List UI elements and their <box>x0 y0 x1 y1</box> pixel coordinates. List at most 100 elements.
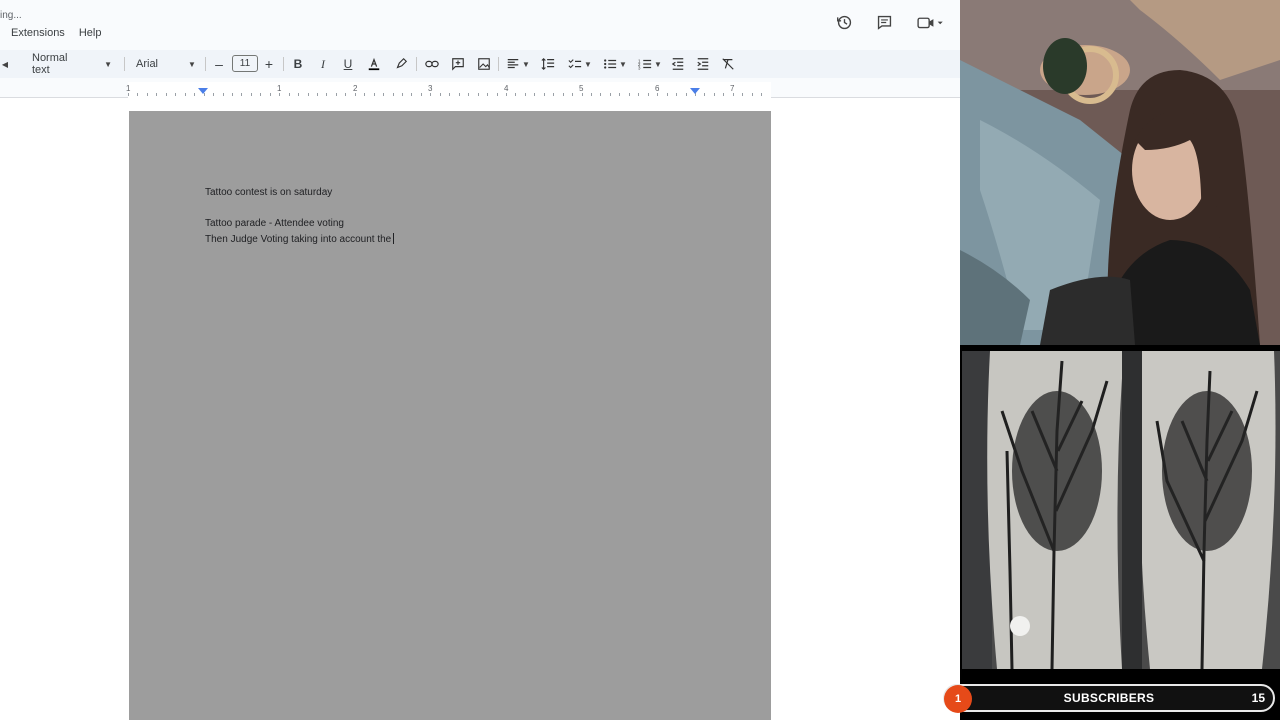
version-history-icon[interactable] <box>834 12 854 32</box>
paragraph-style-select[interactable]: Normal text ▼ <box>32 50 112 78</box>
ruler-tick <box>591 93 592 96</box>
document-canvas: Tattoo contest is on saturday Tattoo par… <box>0 98 960 720</box>
ruler-tick <box>393 93 394 96</box>
bold-button[interactable]: B <box>290 50 306 78</box>
decrease-indent-icon[interactable] <box>670 50 686 78</box>
paragraph-style-value: Normal text <box>32 52 68 76</box>
ruler-tick <box>374 93 375 96</box>
ruler-number: 5 <box>579 84 584 93</box>
ruler-track: 1 1 2 3 4 5 6 7 <box>126 82 771 98</box>
comments-icon[interactable] <box>874 12 894 32</box>
menu-extensions[interactable]: Extensions <box>11 27 65 39</box>
ruler-tick <box>497 93 498 96</box>
chevron-down-icon: ▼ <box>188 59 196 69</box>
decrease-font-size-button[interactable]: – <box>212 50 226 78</box>
menu-help[interactable]: Help <box>79 27 102 39</box>
chevron-down-icon: ▼ <box>104 59 112 69</box>
ruler-tick <box>515 93 516 96</box>
ruler-tick <box>582 93 583 96</box>
ruler-tick <box>478 93 479 96</box>
subscribers-label: SUBSCRIBERS <box>1063 691 1155 705</box>
font-value: Arial <box>136 58 159 70</box>
ruler-tick <box>468 93 469 96</box>
doc-line-active: Then Judge Voting taking into account th… <box>205 233 395 245</box>
ruler-tick <box>270 93 271 96</box>
ruler-tick <box>289 93 290 96</box>
doc-line-text: Then Judge Voting taking into account th… <box>205 234 392 245</box>
text-cursor <box>393 233 395 244</box>
insert-link-icon[interactable] <box>424 50 440 78</box>
ruler-tick <box>723 93 724 96</box>
checklist-select[interactable]: ▼ <box>566 50 594 78</box>
ruler-tick <box>534 93 535 96</box>
ruler-number: 7 <box>730 84 735 93</box>
ruler-tick <box>733 93 734 96</box>
ruler-tick <box>648 93 649 96</box>
ruler-tick <box>619 93 620 96</box>
ruler-tick <box>251 93 252 96</box>
ruler-tick <box>742 93 743 96</box>
document-page[interactable]: Tattoo contest is on saturday Tattoo par… <box>129 111 771 720</box>
numbered-list-select[interactable]: 1 2 3 ▼ <box>636 50 664 78</box>
text-color-button[interactable] <box>366 50 382 78</box>
ruler-tick <box>686 93 687 96</box>
font-size-input[interactable]: 11 <box>232 55 258 72</box>
toolbar-overflow-caret[interactable]: ◀ <box>0 50 10 78</box>
ruler-tick <box>213 93 214 96</box>
increase-indent-icon[interactable] <box>695 50 711 78</box>
divider <box>416 57 417 71</box>
highlight-color-button[interactable] <box>393 50 409 78</box>
meet-icon[interactable] <box>914 12 946 32</box>
ruler-number: 1 <box>126 84 131 93</box>
left-indent-marker[interactable] <box>198 88 208 94</box>
ruler-tick <box>194 93 195 96</box>
doc-line: Tattoo contest is on saturday <box>205 187 333 198</box>
bulleted-list-select[interactable]: ▼ <box>601 50 629 78</box>
ruler-tick <box>364 93 365 96</box>
italic-button[interactable]: I <box>315 50 331 78</box>
ruler-tick <box>629 93 630 96</box>
google-docs-window: ing... Extensions Help ◀ Normal text ▼ A… <box>0 0 960 720</box>
top-actions <box>834 12 946 32</box>
ruler-tick <box>440 93 441 96</box>
insert-image-icon[interactable] <box>476 50 492 78</box>
font-select[interactable]: Arial ▼ <box>136 50 196 78</box>
ruler-tick <box>336 93 337 96</box>
ruler-tick <box>676 93 677 96</box>
ruler-tick <box>128 93 129 96</box>
webcam-feed <box>960 0 1280 345</box>
svg-text:3: 3 <box>638 65 641 70</box>
ruler-tick <box>459 93 460 96</box>
increase-font-size-button[interactable]: + <box>262 50 276 78</box>
ruler-tick <box>506 93 507 96</box>
webcam-image <box>960 0 1280 345</box>
ruler-tick <box>147 93 148 96</box>
ruler-tick <box>421 93 422 96</box>
ruler-tick <box>260 93 261 96</box>
ruler-tick <box>317 93 318 96</box>
ruler-tick <box>752 93 753 96</box>
underline-button[interactable]: U <box>340 50 356 78</box>
ruler-tick <box>241 93 242 96</box>
ruler-tick <box>223 93 224 96</box>
insert-comment-icon[interactable] <box>450 50 466 78</box>
ruler-number: 4 <box>504 84 509 93</box>
tattoo-image <box>962 351 1280 669</box>
ruler-tick <box>232 93 233 96</box>
line-spacing-icon[interactable] <box>540 50 556 78</box>
ruler-tick <box>572 93 573 96</box>
ruler-tick <box>553 93 554 96</box>
ruler-tick <box>449 93 450 96</box>
divider <box>283 57 284 71</box>
ruler-tick <box>704 93 705 96</box>
doc-line: Tattoo parade - Attendee voting <box>205 218 344 229</box>
right-indent-marker[interactable] <box>690 88 700 94</box>
align-select[interactable]: ▼ <box>505 50 531 78</box>
ruler-tick <box>761 93 762 96</box>
ruler-tick <box>355 93 356 96</box>
ruler-tick <box>175 93 176 96</box>
ruler-tick <box>383 93 384 96</box>
ruler-tick <box>402 93 403 96</box>
ruler-tick <box>600 93 601 96</box>
clear-formatting-icon[interactable] <box>720 50 736 78</box>
